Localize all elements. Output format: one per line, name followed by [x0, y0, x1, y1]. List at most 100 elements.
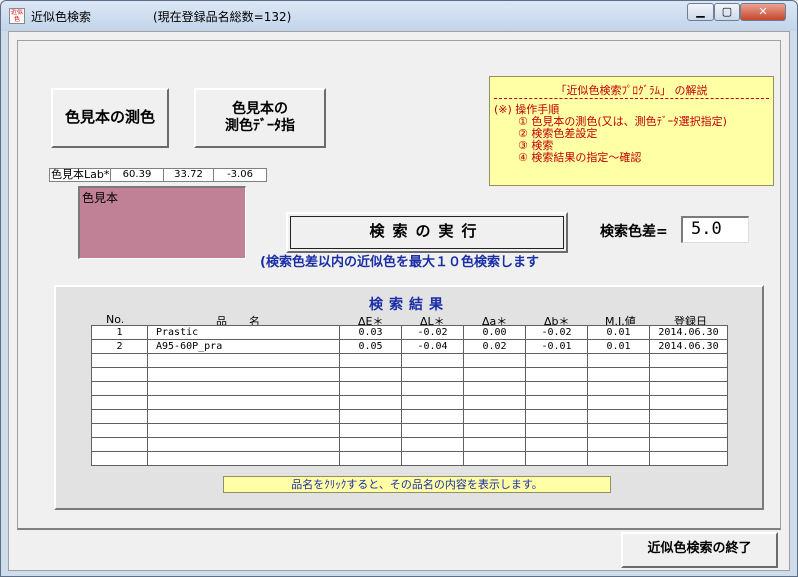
help-divider — [494, 98, 769, 99]
lab-b-value: -3.06 — [214, 168, 267, 182]
title-bar[interactable]: 近似色 近似色検索 (現在登録品名総数=132) ▁ ▢ ✕ — [1, 1, 797, 31]
cell-da — [463, 437, 526, 452]
table-row[interactable] — [91, 409, 728, 424]
cell-db: -0.02 — [525, 325, 588, 340]
lab-a-value: 33.72 — [164, 168, 214, 182]
cell-db — [525, 437, 588, 452]
cell-name[interactable]: Prastic — [147, 325, 340, 340]
cell-db — [525, 381, 588, 396]
cell-name[interactable] — [147, 381, 340, 396]
cell-date — [649, 381, 728, 396]
cell-dl — [401, 353, 464, 368]
select-measurement-data-button[interactable]: 色見本の 測色ﾃﾞｰﾀ指 — [194, 88, 326, 148]
maximize-icon: ▢ — [721, 5, 733, 18]
cell-no — [91, 409, 148, 424]
client-area: 色見本の測色 色見本の 測色ﾃﾞｰﾀ指 色見本Lab* 60.39 33.72 … — [8, 31, 790, 571]
table-row[interactable] — [91, 437, 728, 452]
table-row[interactable] — [91, 381, 728, 396]
table-row[interactable] — [91, 423, 728, 438]
help-step-4: ④ 検索結果の指定～確認 — [518, 151, 642, 164]
cell-no — [91, 451, 148, 466]
cell-mi — [587, 437, 650, 452]
cell-name[interactable] — [147, 409, 340, 424]
cell-de — [339, 381, 402, 396]
color-sample-swatch: 色見本 — [78, 186, 246, 259]
cell-da — [463, 451, 526, 466]
lab-l-value: 60.39 — [111, 168, 164, 182]
cell-date: 2014.06.30 — [649, 325, 728, 340]
table-row[interactable] — [91, 395, 728, 410]
cell-de — [339, 423, 402, 438]
cell-no — [91, 437, 148, 452]
cell-date — [649, 423, 728, 438]
cell-name[interactable] — [147, 437, 340, 452]
cell-dl — [401, 437, 464, 452]
cell-dl — [401, 367, 464, 382]
lab-label: 色見本Lab* — [49, 168, 111, 182]
cell-no — [91, 423, 148, 438]
cell-no: 1 — [91, 325, 148, 340]
cell-date — [649, 409, 728, 424]
cell-name[interactable]: A95-60P_pra — [147, 339, 340, 354]
main-panel: 色見本の測色 色見本の 測色ﾃﾞｰﾀ指 色見本Lab* 60.39 33.72 … — [17, 40, 781, 530]
cell-date — [649, 451, 728, 466]
close-icon: ✕ — [758, 5, 768, 18]
data-button-line1: 色見本の — [232, 101, 288, 117]
cell-no — [91, 367, 148, 382]
cell-no — [91, 395, 148, 410]
cell-de — [339, 409, 402, 424]
execute-search-button[interactable]: 検索の実行 — [286, 212, 568, 253]
cell-da — [463, 423, 526, 438]
cell-name[interactable] — [147, 353, 340, 368]
table-row[interactable] — [91, 353, 728, 368]
help-steps: (※) 操作手順 ① 色見本の測色(又は、測色ﾃﾞｰﾀ選択指定) ② 検索色差設… — [494, 104, 727, 164]
cell-de: 0.05 — [339, 339, 402, 354]
cell-db — [525, 367, 588, 382]
cell-name[interactable] — [147, 395, 340, 410]
cell-de — [339, 395, 402, 410]
cell-mi — [587, 395, 650, 410]
help-box: 「近似色検索ﾌﾟﾛｸﾞﾗﾑ」 の解説 (※) 操作手順 ① 色見本の測色(又は、… — [489, 76, 774, 186]
app-icon[interactable]: 近似色 — [9, 8, 25, 24]
table-row[interactable] — [91, 451, 728, 466]
cell-dl — [401, 409, 464, 424]
cell-name[interactable] — [147, 451, 340, 466]
cell-dl — [401, 423, 464, 438]
cell-dl — [401, 381, 464, 396]
cell-date — [649, 395, 728, 410]
cell-mi — [587, 353, 650, 368]
cell-no — [91, 353, 148, 368]
cell-date — [649, 437, 728, 452]
close-button[interactable]: ✕ — [740, 3, 786, 21]
cell-dl — [401, 451, 464, 466]
table-row[interactable]: 1 Prastic 0.03 -0.02 0.00 -0.02 0.01 2014.06.30 — [91, 325, 728, 340]
end-search-button[interactable]: 近似色検索の終了 — [621, 532, 778, 568]
maximize-button[interactable]: ▢ — [714, 3, 740, 21]
cell-db — [525, 395, 588, 410]
cell-mi — [587, 381, 650, 396]
registered-count: (現在登録品名総数=132) — [153, 10, 292, 24]
app-window: 近似色 近似色検索 (現在登録品名総数=132) ▁ ▢ ✕ 色見本の測色 色見… — [0, 0, 798, 577]
cell-db: -0.01 — [525, 339, 588, 354]
cell-name[interactable] — [147, 423, 340, 438]
cell-da — [463, 395, 526, 410]
table-row[interactable]: 2 A95-60P_pra 0.05 -0.04 0.02 -0.01 0.01 2014.0… — [91, 339, 728, 354]
window-title: 近似色検索 — [31, 10, 92, 24]
cell-name[interactable] — [147, 367, 340, 382]
minimize-button[interactable]: ▁ — [687, 3, 714, 21]
search-results-panel: 検索結果 No. 品 名 ΔE＊ ΔL＊ Δa＊ Δb＊ M.I.値 登録日 1… — [54, 285, 764, 510]
cell-de: 0.03 — [339, 325, 402, 340]
cell-de — [339, 451, 402, 466]
cell-db — [525, 451, 588, 466]
cell-date: 2014.06.30 — [649, 339, 728, 354]
tolerance-input[interactable]: 5.0 — [681, 216, 749, 243]
cell-mi — [587, 409, 650, 424]
measure-sample-button[interactable]: 色見本の測色 — [51, 88, 169, 148]
cell-db — [525, 353, 588, 368]
cell-date — [649, 353, 728, 368]
cell-mi: 0.01 — [587, 339, 650, 354]
table-row[interactable] — [91, 367, 728, 382]
cell-dl: -0.02 — [401, 325, 464, 340]
cell-date — [649, 367, 728, 382]
cell-da: 0.00 — [463, 325, 526, 340]
